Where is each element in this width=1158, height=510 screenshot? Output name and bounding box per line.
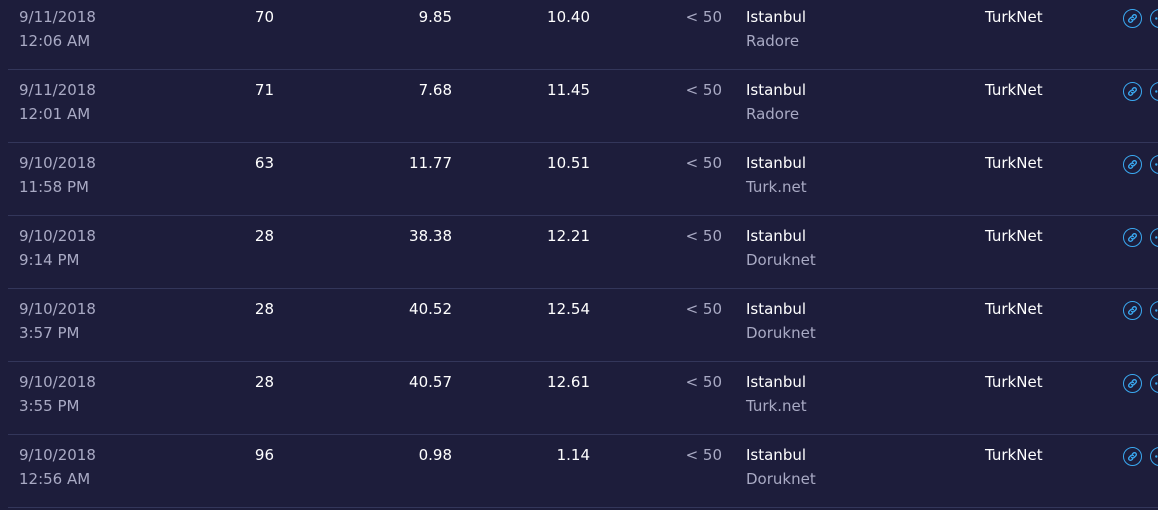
more-options-icon[interactable] <box>1150 228 1158 247</box>
server-city: Istanbul <box>746 81 807 99</box>
isp-name: TurkNet <box>985 8 1043 26</box>
download-value: 38.38 <box>409 227 452 245</box>
upload-value: 12.61 <box>547 373 590 391</box>
more-options-icon[interactable] <box>1150 82 1158 101</box>
distance-value: < 50 <box>685 446 722 464</box>
table-row[interactable]: 9/10/2018 3:55 PM 28 40.57 12.61 < 50 Is… <box>0 362 1158 435</box>
server-city: Istanbul <box>746 373 807 391</box>
server-city: Istanbul <box>746 227 807 245</box>
isp-name: TurkNet <box>985 227 1043 245</box>
result-date: 9/10/2018 <box>19 373 96 391</box>
download-value: 11.77 <box>409 154 452 172</box>
distance-value: < 50 <box>685 373 722 391</box>
download-value: 40.52 <box>409 300 452 318</box>
more-options-icon[interactable] <box>1150 374 1158 393</box>
table-row[interactable]: 9/10/2018 12:56 AM 96 0.98 1.14 < 50 Ist… <box>0 435 1158 508</box>
link-icon[interactable] <box>1123 301 1142 320</box>
upload-value: 1.14 <box>556 446 590 464</box>
server-city: Istanbul <box>746 8 807 26</box>
distance-value: < 50 <box>685 300 722 318</box>
result-time: 9:14 PM <box>19 251 80 269</box>
distance-value: < 50 <box>685 8 722 26</box>
result-time: 3:55 PM <box>19 397 80 415</box>
isp-name: TurkNet <box>985 300 1043 318</box>
server-host: Turk.net <box>746 178 807 196</box>
table-row[interactable]: 9/11/2018 12:01 AM 71 7.68 11.45 < 50 Is… <box>0 70 1158 143</box>
server-host: Doruknet <box>746 251 816 269</box>
result-time: 3:57 PM <box>19 324 80 342</box>
download-value: 7.68 <box>418 81 452 99</box>
results-table: 9/11/2018 12:06 AM 70 9.85 10.40 < 50 Is… <box>0 0 1158 510</box>
table-row[interactable]: 9/10/2018 11:58 PM 63 11.77 10.51 < 50 I… <box>0 143 1158 216</box>
server-host: Radore <box>746 32 800 50</box>
result-time: 12:06 AM <box>19 32 91 50</box>
ping-value: 28 <box>254 227 274 245</box>
server-host: Turk.net <box>746 397 807 415</box>
result-date: 9/10/2018 <box>19 446 96 464</box>
result-date: 9/10/2018 <box>19 227 96 245</box>
upload-value: 10.51 <box>547 154 590 172</box>
server-host: Doruknet <box>746 324 816 342</box>
upload-value: 11.45 <box>547 81 590 99</box>
result-date: 9/11/2018 <box>19 81 96 99</box>
result-date: 9/10/2018 <box>19 154 96 172</box>
result-time: 12:56 AM <box>19 470 91 488</box>
link-icon[interactable] <box>1123 228 1142 247</box>
table-row[interactable]: 9/11/2018 12:06 AM 70 9.85 10.40 < 50 Is… <box>0 0 1158 70</box>
download-value: 40.57 <box>409 373 452 391</box>
upload-value: 12.54 <box>547 300 590 318</box>
result-time: 11:58 PM <box>19 178 89 196</box>
link-icon[interactable] <box>1123 9 1142 28</box>
link-icon[interactable] <box>1123 155 1142 174</box>
download-value: 9.85 <box>418 8 452 26</box>
more-options-icon[interactable] <box>1150 447 1158 466</box>
ping-value: 96 <box>254 446 274 464</box>
row-divider <box>8 507 1158 508</box>
ping-value: 28 <box>254 300 274 318</box>
result-time: 12:01 AM <box>19 105 91 123</box>
distance-value: < 50 <box>685 81 722 99</box>
result-date: 9/10/2018 <box>19 300 96 318</box>
link-icon[interactable] <box>1123 82 1142 101</box>
upload-value: 10.40 <box>547 8 590 26</box>
server-city: Istanbul <box>746 300 807 318</box>
distance-value: < 50 <box>685 227 722 245</box>
server-city: Istanbul <box>746 154 807 172</box>
ping-value: 71 <box>254 81 274 99</box>
link-icon[interactable] <box>1123 374 1142 393</box>
isp-name: TurkNet <box>985 373 1043 391</box>
more-options-icon[interactable] <box>1150 301 1158 320</box>
server-host: Doruknet <box>746 470 816 488</box>
server-host: Radore <box>746 105 800 123</box>
link-icon[interactable] <box>1123 447 1142 466</box>
upload-value: 12.21 <box>547 227 590 245</box>
isp-name: TurkNet <box>985 154 1043 172</box>
result-date: 9/11/2018 <box>19 8 96 26</box>
table-row[interactable]: 9/10/2018 9:14 PM 28 38.38 12.21 < 50 Is… <box>0 216 1158 289</box>
ping-value: 28 <box>254 373 274 391</box>
more-options-icon[interactable] <box>1150 9 1158 28</box>
more-options-icon[interactable] <box>1150 155 1158 174</box>
ping-value: 70 <box>254 8 274 26</box>
isp-name: TurkNet <box>985 81 1043 99</box>
server-city: Istanbul <box>746 446 807 464</box>
table-row[interactable]: 9/10/2018 3:57 PM 28 40.52 12.54 < 50 Is… <box>0 289 1158 362</box>
distance-value: < 50 <box>685 154 722 172</box>
download-value: 0.98 <box>418 446 452 464</box>
isp-name: TurkNet <box>985 446 1043 464</box>
ping-value: 63 <box>254 154 274 172</box>
